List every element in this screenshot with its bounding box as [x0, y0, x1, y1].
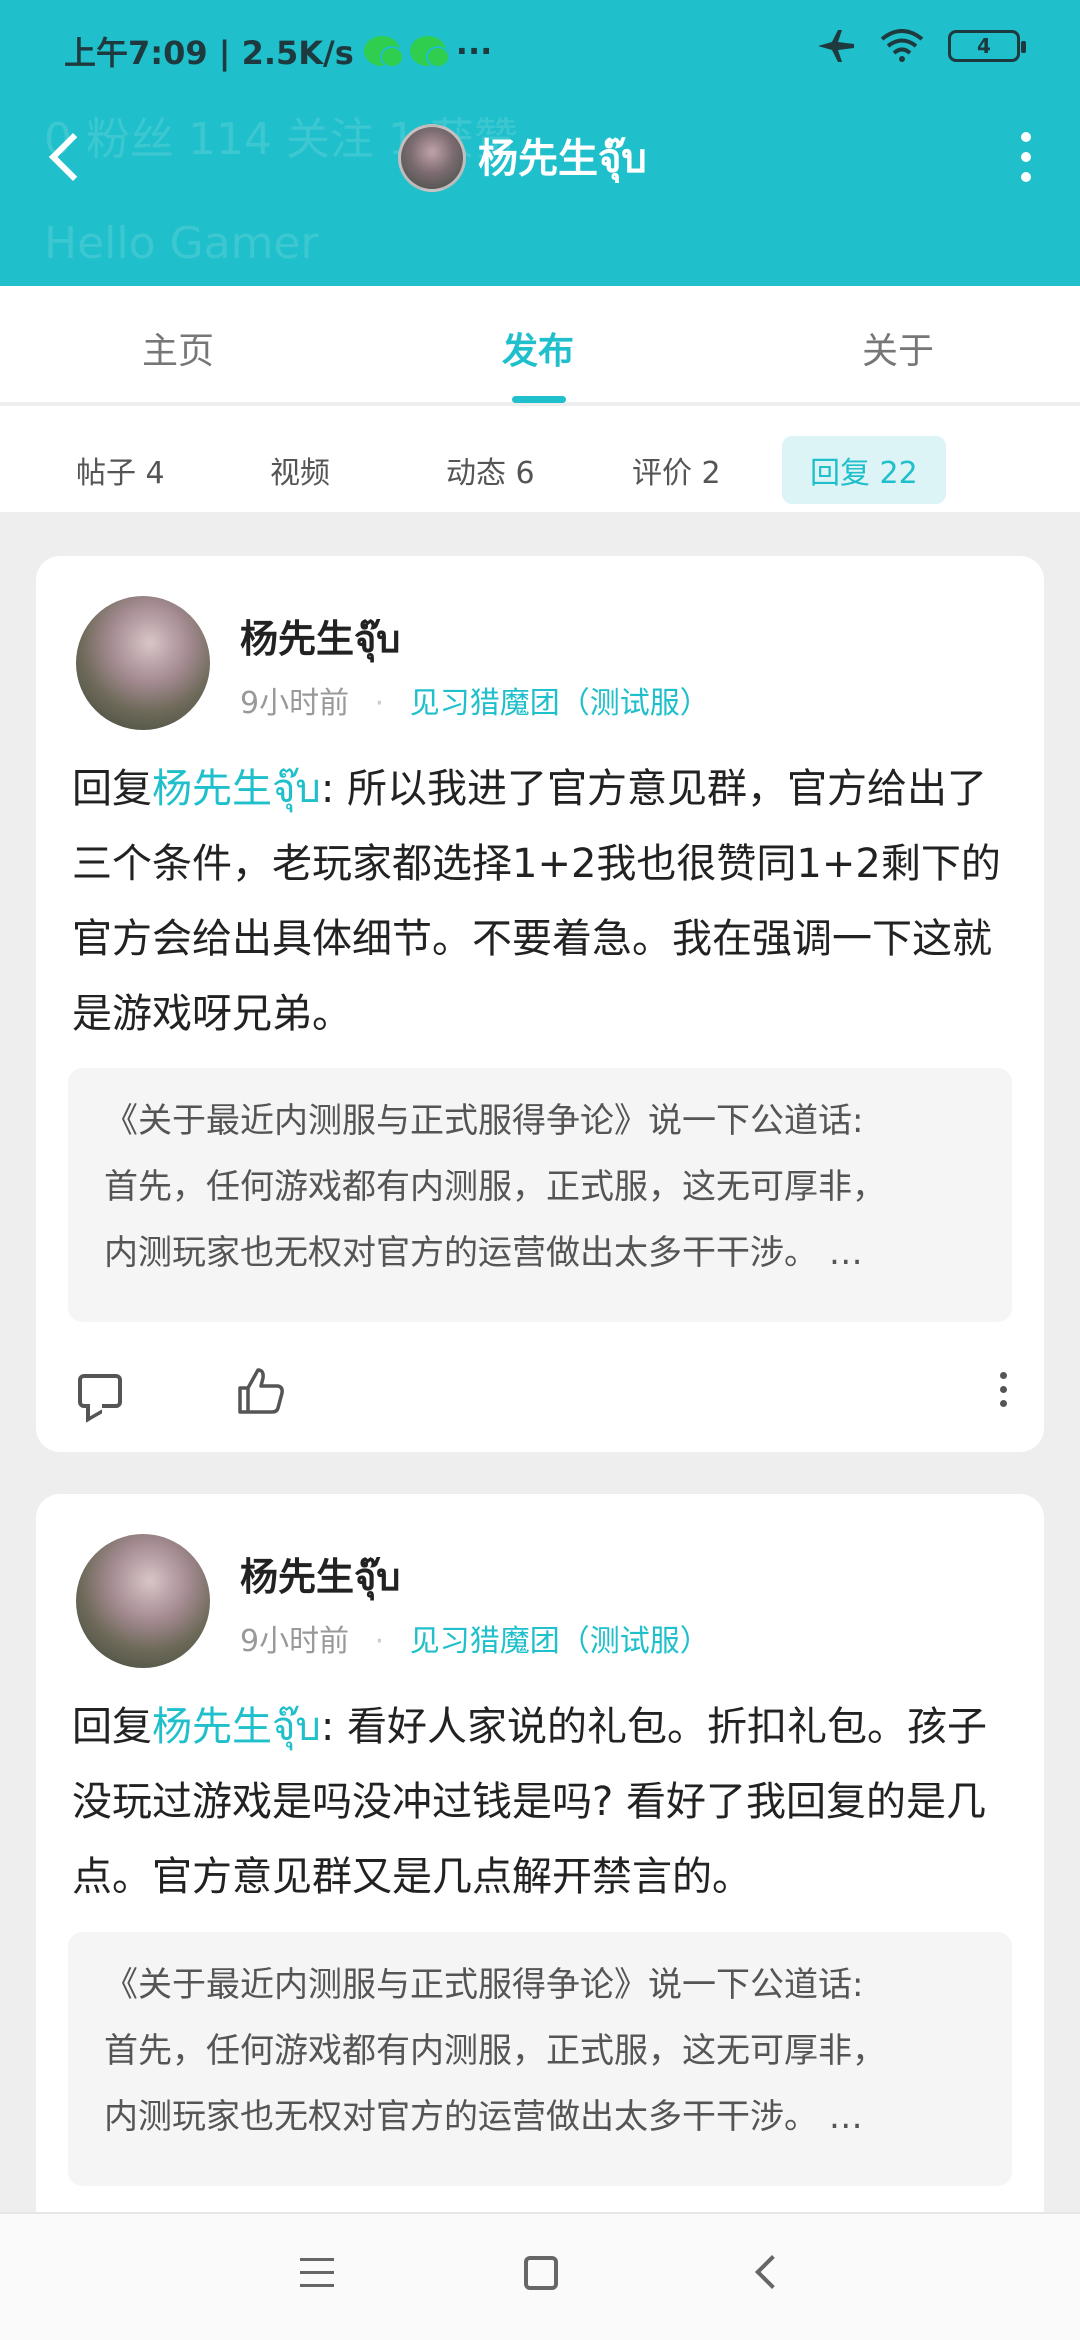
back-button[interactable]	[40, 130, 92, 182]
meta-separator: ·	[374, 686, 385, 721]
reply-prefix: 回复	[72, 1704, 152, 1750]
quote-line: 内测玩家也无权对官方的运营做出太多干干涉。 …	[104, 2097, 863, 2137]
game-link[interactable]: 见习猎魔团（测试服）	[410, 1624, 710, 1659]
tab-posts[interactable]: 发布	[502, 322, 574, 374]
more-options-icon[interactable]	[1016, 132, 1036, 182]
subtab-videos[interactable]: 视频	[242, 436, 358, 504]
tab-about[interactable]: 关于	[862, 322, 934, 374]
author-name[interactable]: 杨先生จุ๊บ	[240, 1546, 400, 1607]
status-time-speed: 上午7:09 | 2.5K/s	[64, 34, 354, 72]
wechat-icon	[409, 36, 450, 68]
quote-line: 《关于最近内测服与正式服得争论》说一下公道话:	[104, 1965, 864, 2005]
quote-line: 首先，任何游戏都有内测服，正式服，这无可厚非，	[104, 2031, 886, 2071]
comment-icon[interactable]	[78, 1374, 122, 1408]
wifi-icon	[880, 29, 924, 62]
post-time: 9小时前	[240, 1624, 350, 1659]
subtab-moments[interactable]: 动态 6	[418, 436, 563, 504]
more-options-icon[interactable]	[1000, 1372, 1008, 1414]
status-right: 4	[816, 28, 1026, 64]
author-name[interactable]: 杨先生จุ๊บ	[240, 608, 400, 669]
reply-text[interactable]: 回复杨先生จุ๊บ: 所以我进了官方意见群，官方给出了三个条件，老玩家都选择1+…	[72, 752, 1008, 1052]
reply-text[interactable]: 回复杨先生จุ๊บ: 看好人家说的礼包。折扣礼包。孩子没玩过游戏是吗没冲过钱是吗…	[72, 1690, 1008, 1915]
post-meta: 9小时前 · 见习猎魔团（测试服）	[240, 678, 710, 722]
back-icon[interactable]	[755, 2255, 789, 2289]
status-bar: 上午7:09 | 2.5K/s ··· 4	[0, 0, 1080, 96]
home-icon[interactable]	[524, 2256, 558, 2290]
nav-profile[interactable]: 杨先生จุ๊บ	[398, 124, 647, 192]
nav-bar: 杨先生จุ๊บ	[0, 104, 1080, 208]
subtab-reviews[interactable]: 评价 2	[604, 436, 749, 504]
reply-card[interactable]: 杨先生จุ๊บ 9小时前 · 见习猎魔团（测试服） 回复杨先生จุ๊บ: 所以我…	[36, 556, 1044, 1452]
meta-separator: ·	[374, 1624, 385, 1659]
quote-line: 首先，任何游戏都有内测服，正式服，这无可厚非，	[104, 1167, 886, 1207]
reply-card[interactable]: 杨先生จุ๊บ 9小时前 · 见习猎魔团（测试服） 回复杨先生จุ๊บ: 看好人…	[36, 1494, 1044, 2274]
airplane-icon	[818, 30, 854, 62]
wechat-icon	[363, 36, 404, 68]
mention-link[interactable]: 杨先生จุ๊บ	[152, 1704, 321, 1750]
reply-prefix: 回复	[72, 766, 152, 812]
active-tab-indicator	[512, 396, 566, 403]
battery-level: 4	[977, 34, 991, 58]
profile-tabs: 主页 发布 关于	[0, 286, 1080, 404]
card-actions	[36, 1364, 1044, 1424]
menu-icon[interactable]	[300, 2258, 334, 2297]
page-title: 杨先生จุ๊บ	[478, 136, 647, 182]
quoted-post[interactable]: 《关于最近内测服与正式服得争论》说一下公道话: 首先，任何游戏都有内测服，正式服…	[68, 1068, 1012, 1322]
mention-link[interactable]: 杨先生จุ๊บ	[152, 766, 321, 812]
post-meta: 9小时前 · 见习猎魔团（测试服）	[240, 1616, 710, 1660]
quote-line: 《关于最近内测服与正式服得争论》说一下公道话:	[104, 1101, 864, 1141]
content-filter-tabs: 帖子 4 视频 动态 6 评价 2 回复 22	[0, 406, 1080, 512]
subtab-replies[interactable]: 回复 22	[782, 436, 946, 504]
status-more: ···	[455, 32, 493, 70]
avatar[interactable]	[76, 596, 210, 730]
subtab-threads[interactable]: 帖子 4	[48, 436, 193, 504]
profile-header: 0 粉丝 114 关注 1 获赞 Hello Gamer 上午7:09 | 2.…	[0, 0, 1080, 286]
quote-line: 内测玩家也无权对官方的运营做出太多干干涉。 …	[104, 1233, 863, 1273]
avatar[interactable]	[398, 124, 466, 192]
avatar[interactable]	[76, 1534, 210, 1668]
status-left: 上午7:09 | 2.5K/s ···	[64, 28, 492, 74]
game-link[interactable]: 见习猎魔团（测试服）	[410, 686, 710, 721]
thumbs-up-icon[interactable]	[236, 1366, 286, 1416]
quoted-post[interactable]: 《关于最近内测服与正式服得争论》说一下公道话: 首先，任何游戏都有内测服，正式服…	[68, 1932, 1012, 2186]
tab-home[interactable]: 主页	[142, 322, 214, 374]
post-time: 9小时前	[240, 686, 350, 721]
system-navigation-bar	[0, 2212, 1080, 2340]
battery-icon: 4	[948, 30, 1026, 62]
